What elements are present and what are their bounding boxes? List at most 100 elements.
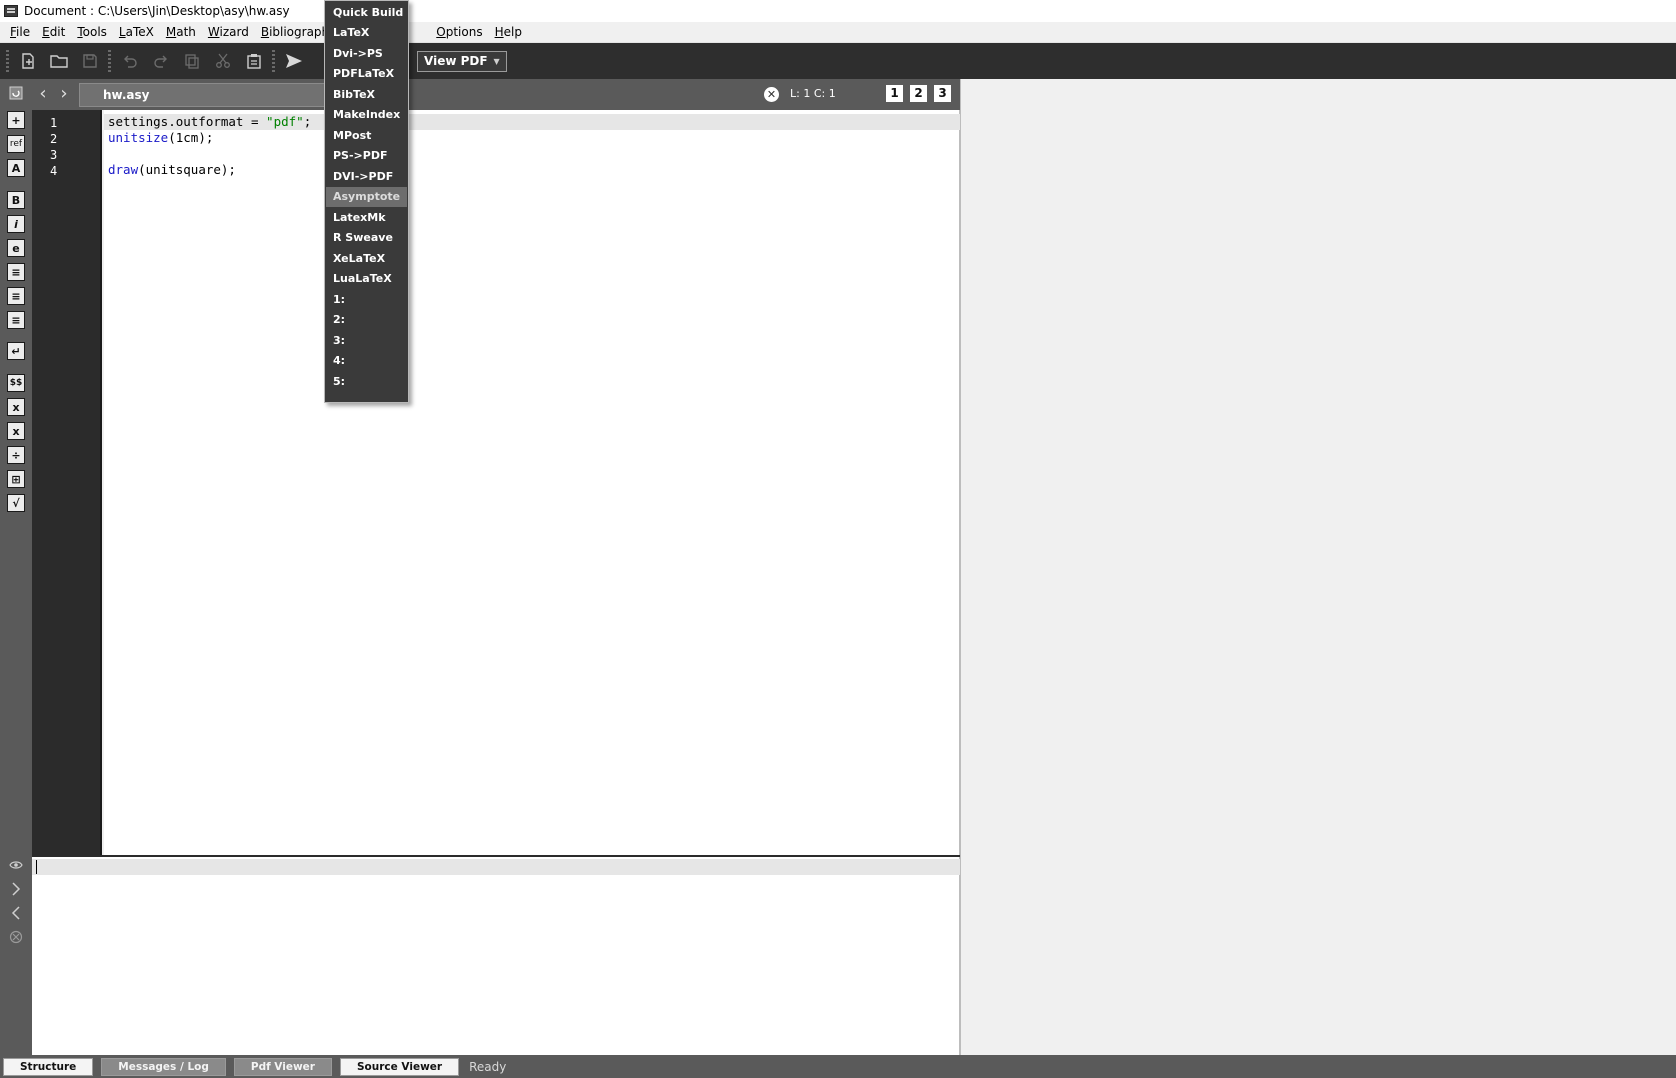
build-menu-item[interactable]: 4:: [326, 351, 407, 371]
clipboard-icon: [247, 54, 261, 69]
build-menu-item[interactable]: MPost: [326, 126, 407, 146]
toolbar-grip[interactable]: [6, 50, 9, 72]
open-file-button[interactable]: [46, 48, 72, 74]
toolbar-grip[interactable]: [108, 50, 111, 72]
build-menu-item[interactable]: Dvi->PS: [326, 44, 407, 64]
chevron-left-icon[interactable]: [6, 903, 26, 923]
tab-file-name: hw.asy: [103, 88, 150, 102]
tab-source-viewer[interactable]: Source Viewer: [339, 1057, 460, 1076]
subscript-button[interactable]: x: [7, 398, 25, 416]
build-menu-item[interactable]: LatexMk: [326, 208, 407, 228]
editor-tab-strip: ‹ › hw.asy ✕ L: 1 C: 1 1 2 3: [32, 79, 960, 110]
italic-button[interactable]: i: [7, 215, 25, 233]
save-button[interactable]: [77, 48, 103, 74]
bold-button[interactable]: B: [7, 191, 25, 209]
build-menu-item[interactable]: LuaLaTeX: [326, 269, 407, 289]
font-size-button[interactable]: A: [7, 159, 25, 177]
menu-bar: File Edit Tools LaTeX Math Wizard Biblio…: [0, 22, 1676, 43]
left-side-toolbar: + ref A B i e ≡ ≡ ≡ ↵ $$ x x ÷ ⊞ √: [0, 79, 32, 1055]
structure-toggle-button[interactable]: [6, 83, 26, 103]
insert-ref-button[interactable]: ref: [7, 135, 25, 153]
eye-icon[interactable]: [6, 855, 26, 875]
save-icon: [83, 54, 97, 68]
build-menu-item[interactable]: PDFLaTeX: [326, 64, 407, 84]
tab-structure[interactable]: Structure: [3, 1057, 94, 1076]
view-2-button[interactable]: 2: [910, 85, 927, 102]
copy-button[interactable]: [179, 48, 205, 74]
toolbar-grip[interactable]: [272, 50, 275, 72]
chevron-right-icon[interactable]: [6, 879, 26, 899]
menu-latex[interactable]: LaTeX: [113, 22, 160, 43]
build-menu-item[interactable]: 3:: [326, 331, 407, 351]
menu-math[interactable]: Math: [160, 22, 202, 43]
stop-icon[interactable]: [6, 927, 26, 947]
new-file-icon: [22, 53, 34, 69]
build-menu-item[interactable]: PS->PDF: [326, 146, 407, 166]
status-bar: Structure Messages / Log Pdf Viewer Sour…: [0, 1055, 1676, 1078]
build-menu-item[interactable]: BibTeX: [326, 85, 407, 105]
new-line-button[interactable]: ↵: [7, 342, 25, 360]
code-editor[interactable]: settings.outformat = "pdf"; unitsize(1cm…: [104, 110, 960, 855]
redo-button[interactable]: [148, 48, 174, 74]
next-document-button[interactable]: ›: [55, 85, 73, 103]
tab-messages-log[interactable]: Messages / Log: [101, 1057, 226, 1076]
code-keyword: draw: [108, 162, 139, 177]
dfrac-button[interactable]: ⊞: [7, 470, 25, 488]
line-number: 4: [50, 164, 58, 178]
build-menu-item[interactable]: LaTeX: [326, 23, 407, 43]
build-command-dropdown: Quick Build LaTeX Dvi->PS PDFLaTeX BibTe…: [324, 0, 409, 403]
menu-tools[interactable]: Tools: [71, 22, 113, 43]
app-icon: [4, 5, 18, 17]
build-menu-item[interactable]: DVI->PDF: [326, 167, 407, 187]
run-build-button[interactable]: [281, 48, 307, 74]
tab-hw-asy[interactable]: hw.asy: [79, 83, 339, 107]
line-number: 2: [50, 132, 58, 146]
menu-file[interactable]: File: [4, 22, 36, 43]
undo-button[interactable]: [117, 48, 143, 74]
tab-pdf-viewer[interactable]: Pdf Viewer: [233, 1057, 332, 1076]
fraction-button[interactable]: ÷: [7, 446, 25, 464]
build-menu-item-selected[interactable]: Asymptote: [326, 187, 407, 207]
paste-button[interactable]: [241, 48, 267, 74]
build-menu-item[interactable]: R Sweave: [326, 228, 407, 248]
text-caret: [36, 860, 37, 874]
close-document-icon[interactable]: ✕: [764, 87, 779, 102]
texmaker-window: Document : C:\Users\Jin\Desktop\asy\hw.a…: [0, 0, 1676, 1078]
build-menu-item[interactable]: 1:: [326, 290, 407, 310]
pdf-viewer-pane[interactable]: [960, 79, 1676, 1055]
previous-document-button[interactable]: ‹: [34, 85, 52, 103]
undo-icon: [124, 55, 137, 68]
build-menu-item[interactable]: MakeIndex: [326, 105, 407, 125]
line-number-gutter: 1 2 3 4: [32, 110, 102, 855]
title-bar: Document : C:\Users\Jin\Desktop\asy\hw.a…: [0, 0, 1676, 22]
log-panel[interactable]: [32, 857, 960, 1055]
menu-help[interactable]: Help: [489, 22, 528, 43]
build-menu-item[interactable]: Quick Build: [326, 3, 407, 23]
align-right-button[interactable]: ≡: [7, 311, 25, 329]
code-line[interactable]: unitsize(1cm);: [108, 130, 213, 145]
line-number: 1: [50, 116, 58, 130]
menu-options[interactable]: Options: [430, 22, 488, 43]
new-file-button[interactable]: [15, 48, 41, 74]
menu-wizard[interactable]: Wizard: [202, 22, 255, 43]
log-current-line: [32, 859, 960, 875]
view-pdf-select[interactable]: View PDF ▼: [417, 50, 507, 72]
code-text: ;: [303, 114, 312, 129]
view-3-button[interactable]: 3: [934, 85, 951, 102]
menu-edit[interactable]: Edit: [36, 22, 71, 43]
math-mode-button[interactable]: $$: [7, 374, 25, 392]
redo-icon: [154, 55, 167, 68]
code-line[interactable]: settings.outformat = "pdf";: [108, 114, 311, 129]
superscript-button[interactable]: x: [7, 422, 25, 440]
emphasis-button[interactable]: e: [7, 239, 25, 257]
align-center-button[interactable]: ≡: [7, 287, 25, 305]
cut-button[interactable]: [210, 48, 236, 74]
insert-part-button[interactable]: +: [7, 111, 25, 129]
build-menu-item[interactable]: 2:: [326, 310, 407, 330]
code-line[interactable]: draw(unitsquare);: [108, 162, 236, 177]
build-menu-item[interactable]: XeLaTeX: [326, 249, 407, 269]
sqrt-button[interactable]: √: [7, 494, 25, 512]
build-menu-item[interactable]: 5:: [326, 372, 407, 392]
align-left-button[interactable]: ≡: [7, 263, 25, 281]
view-1-button[interactable]: 1: [886, 85, 903, 102]
